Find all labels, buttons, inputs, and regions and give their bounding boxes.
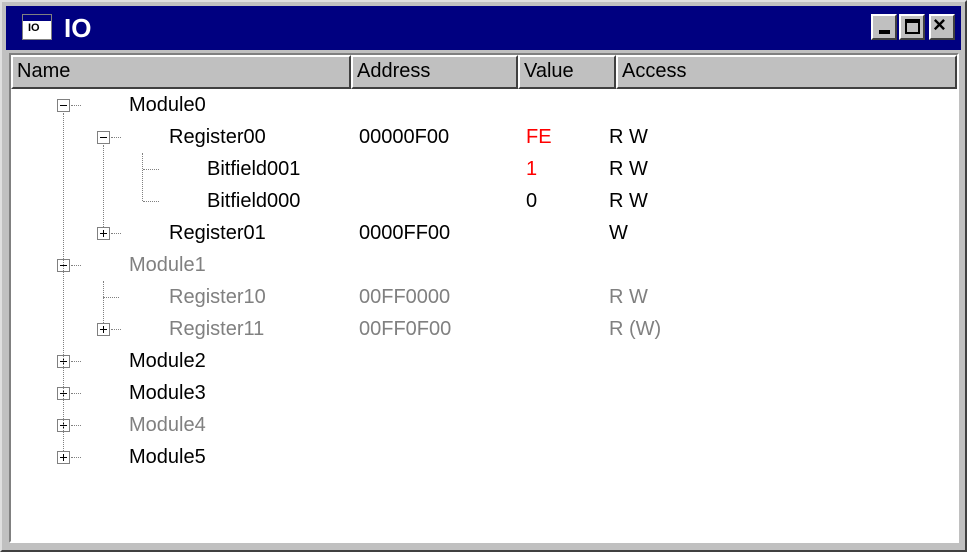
column-header-name[interactable]: Name (11, 55, 351, 89)
row-name: Module5 (129, 446, 206, 468)
tree-row[interactable]: Register01 0000FF00 W (11, 217, 957, 249)
tree-connector (142, 153, 143, 201)
row-address: 0000FF00 (359, 222, 451, 244)
tree-row[interactable]: Register10 00FF0000 R W (11, 281, 957, 313)
row-access: R W (609, 286, 648, 308)
row-name: Module3 (129, 382, 206, 404)
tree-row[interactable]: Module3 (11, 377, 957, 409)
minimize-button[interactable] (871, 14, 897, 40)
expand-icon[interactable] (97, 227, 110, 240)
row-access: R W (609, 190, 648, 212)
tree-row[interactable]: Module5 (11, 441, 957, 473)
row-name: Module4 (129, 414, 206, 436)
tree-list-view[interactable]: Name Address Value Access Module0 Registe… (9, 53, 959, 543)
minimize-icon (879, 30, 890, 34)
close-icon: × (933, 12, 946, 37)
row-address: 00FF0000 (359, 286, 451, 308)
row-name: Register01 (169, 222, 266, 244)
row-name: Module1 (129, 254, 206, 276)
title-bar[interactable]: IO IO × (6, 6, 961, 50)
tree-row[interactable]: Bitfield000 0 R W (11, 185, 957, 217)
column-header: Name Address Value Access (11, 55, 957, 89)
row-access: W (609, 222, 628, 244)
row-name: Module2 (129, 350, 206, 372)
tree-row[interactable]: Module4 (11, 409, 957, 441)
tree-connector (63, 113, 64, 451)
row-access: R W (609, 158, 648, 180)
window-title: IO (64, 13, 92, 43)
maximize-button[interactable] (899, 14, 925, 40)
row-address: 00FF0F00 (359, 318, 452, 340)
tree-row[interactable]: Module2 (11, 345, 957, 377)
row-value: FE (526, 126, 552, 148)
row-name: Module0 (129, 94, 206, 116)
row-name: Register10 (169, 286, 266, 308)
collapse-icon[interactable] (57, 99, 70, 112)
row-name: Register00 (169, 126, 266, 148)
row-name: Bitfield000 (207, 190, 301, 212)
maximize-icon (905, 19, 920, 34)
tree-connector (103, 145, 104, 227)
column-header-access[interactable]: Access (616, 55, 957, 89)
collapse-icon[interactable] (97, 131, 110, 144)
row-value: 1 (526, 158, 538, 180)
column-header-value[interactable]: Value (518, 55, 616, 89)
row-name: Register11 (169, 318, 265, 340)
tree-row[interactable]: Module1 (11, 249, 957, 281)
tree-connector (103, 281, 104, 323)
io-window-icon[interactable]: IO (22, 14, 52, 40)
column-header-address[interactable]: Address (351, 55, 518, 89)
row-value: 0 (526, 190, 538, 212)
row-access: R (W) (609, 318, 662, 340)
io-window: IO IO × Name Address Value Access Module… (0, 0, 967, 552)
row-name: Bitfield001 (207, 158, 301, 180)
expand-icon[interactable] (97, 323, 110, 336)
tree-row[interactable]: Bitfield001 1 R W (11, 153, 957, 185)
tree-row[interactable]: Module0 (11, 89, 957, 121)
close-button[interactable]: × (929, 12, 955, 40)
tree-row[interactable]: Register00 00000F00 FE R W (11, 121, 957, 153)
tree-row[interactable]: Register11 00FF0F00 R (W) (11, 313, 957, 345)
row-access: R W (609, 126, 648, 148)
row-address: 00000F00 (359, 126, 450, 148)
expand-icon[interactable] (57, 451, 70, 464)
